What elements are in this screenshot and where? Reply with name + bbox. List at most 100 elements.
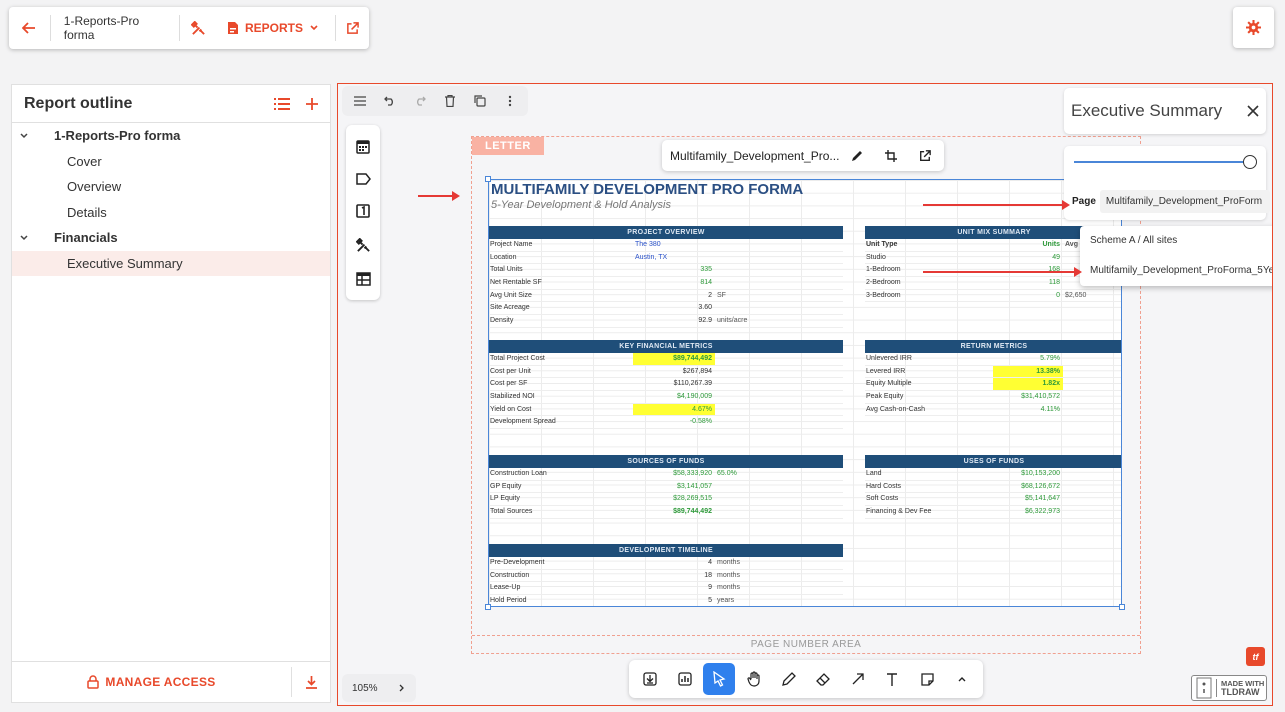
- sheet-title: MULTIFAMILY DEVELOPMENT PRO FORMA: [491, 181, 804, 198]
- more-button[interactable]: [496, 87, 524, 115]
- outline-title: Report outline: [24, 94, 133, 112]
- delete-button[interactable]: [436, 87, 464, 115]
- row-value: 9: [708, 584, 712, 592]
- open-external-button[interactable]: [336, 7, 369, 49]
- timeline-section: DEVELOPMENT TIMELINE Pre-Development 4 mon…: [489, 544, 843, 606]
- row-label: Total Sources: [490, 508, 533, 516]
- report-canvas[interactable]: LETTER MULTIFAMILY DEVELOPMENT PRO FORMA…: [337, 83, 1273, 706]
- chevron-down-icon[interactable]: [19, 131, 29, 141]
- row-label: Location: [490, 253, 517, 261]
- outline-group-financials[interactable]: Financials: [12, 225, 330, 251]
- row-value: 13.38%: [993, 365, 1063, 378]
- row-extra: years: [717, 597, 735, 605]
- outline-item-cover[interactable]: Cover: [12, 149, 330, 175]
- back-button[interactable]: [9, 7, 50, 49]
- row-label: 2-Bedroom: [866, 279, 901, 287]
- list-icon[interactable]: [274, 97, 290, 111]
- row-label: Equity Multiple: [866, 380, 912, 388]
- eraser-tool[interactable]: [807, 663, 839, 695]
- calendar-icon[interactable]: [356, 139, 370, 154]
- slider-knob[interactable]: [1243, 155, 1257, 169]
- outline-item-label: 1-Reports-Pro forma: [54, 128, 181, 144]
- download-button[interactable]: [292, 675, 330, 689]
- spreadsheet-image[interactable]: MULTIFAMILY DEVELOPMENT PRO FORMA 5-Year…: [488, 179, 1122, 607]
- plus-icon[interactable]: [306, 97, 318, 110]
- zoom-control[interactable]: 105%: [342, 674, 416, 702]
- shape-context-toolbar: Multifamily_Development_Pro...: [662, 140, 944, 171]
- duplicate-button[interactable]: [466, 87, 494, 115]
- draw-tool[interactable]: [773, 663, 805, 695]
- page-number-icon[interactable]: [356, 204, 370, 219]
- dropdown-option[interactable]: Scheme A / All sites: [1080, 226, 1272, 256]
- close-icon[interactable]: [1247, 105, 1259, 117]
- report-title: 1-Reports-Pro forma: [63, 14, 140, 42]
- manage-access-button[interactable]: MANAGE ACCESS: [12, 675, 291, 689]
- tools-button[interactable]: [180, 7, 217, 49]
- page-size-label: LETTER: [472, 137, 544, 155]
- trash-icon: [445, 95, 455, 107]
- outline-item-overview[interactable]: Overview: [12, 174, 330, 200]
- hand-tool[interactable]: [738, 663, 770, 695]
- key-financial-section: KEY FINANCIAL METRICS Total Project Cost…: [489, 340, 843, 430]
- sheet-row: Project Name The 380: [489, 239, 843, 252]
- resize-handle[interactable]: [1119, 604, 1125, 610]
- text-tool[interactable]: [876, 663, 908, 695]
- dropdown-option[interactable]: Multifamily_Development_ProForma_5Year: [1080, 256, 1272, 286]
- row-value: 335: [700, 266, 712, 274]
- outline-item-executive-summary[interactable]: Executive Summary: [12, 250, 330, 276]
- menu-button[interactable]: [346, 87, 374, 115]
- row-value: 4.67%: [633, 403, 715, 416]
- row-label: Total Units: [490, 266, 523, 274]
- row-label: Avg Cash-on-Cash: [866, 405, 926, 413]
- reports-dropdown[interactable]: REPORTS: [217, 21, 335, 35]
- table-icon[interactable]: [355, 272, 371, 286]
- row-value: 4: [708, 559, 712, 566]
- import-button[interactable]: [634, 663, 666, 695]
- section-header: PROJECT OVERVIEW: [489, 226, 843, 239]
- import-icon: [643, 672, 657, 686]
- row-label: Studio: [866, 253, 886, 261]
- resize-handle[interactable]: [485, 176, 491, 182]
- chart-button[interactable]: [669, 663, 701, 695]
- row-extra: months: [717, 559, 740, 566]
- sheet-row: Stabilized NOI $4,190,009: [489, 391, 843, 404]
- note-tool[interactable]: [911, 663, 943, 695]
- select-tool[interactable]: [703, 663, 736, 695]
- settings-button[interactable]: [1233, 7, 1274, 48]
- redo-button[interactable]: [406, 87, 434, 115]
- row-value: Austin, TX: [635, 253, 668, 261]
- edit-button[interactable]: [840, 142, 874, 170]
- page-select[interactable]: Multifamily_Development_ProForm: [1099, 190, 1270, 213]
- made-with-tldraw-badge[interactable]: MADE WITH TLDRAW: [1191, 675, 1267, 701]
- open-button[interactable]: [908, 142, 942, 170]
- more-tools-button[interactable]: [946, 663, 978, 695]
- outline-group-1-reports[interactable]: 1-Reports-Pro forma: [12, 123, 330, 149]
- row-value: 4.11%: [1040, 405, 1060, 413]
- row-value: $10,153,200: [1021, 470, 1060, 477]
- pencil-icon: [852, 150, 862, 161]
- opacity-slider[interactable]: [1074, 155, 1257, 169]
- side-panel-header: Executive Summary: [1064, 88, 1266, 134]
- tools-icon[interactable]: [355, 237, 371, 253]
- sheet-row: Total Units 335: [489, 264, 843, 278]
- outline-item-details[interactable]: Details: [12, 200, 330, 226]
- row-label: Hold Period: [490, 597, 527, 605]
- outline-footer: MANAGE ACCESS: [12, 661, 330, 702]
- label-icon[interactable]: [355, 173, 371, 185]
- crop-button[interactable]: [874, 142, 908, 170]
- sheet-row: Levered IRR 13.38%: [865, 365, 1121, 379]
- project-overview-section: PROJECT OVERVIEW Project Name The 380 Loca…: [489, 226, 843, 328]
- row-value: Units: [1042, 241, 1061, 248]
- duplicate-icon: [474, 95, 486, 107]
- section-header: SOURCES OF FUNDS: [489, 455, 843, 468]
- row-label: Hard Costs: [866, 482, 902, 490]
- report-page[interactable]: LETTER MULTIFAMILY DEVELOPMENT PRO FORMA…: [471, 136, 1141, 654]
- sheet-row: Net Rentable SF 814: [489, 277, 843, 290]
- chevron-down-icon[interactable]: [19, 233, 29, 243]
- sheet-row: Location Austin, TX: [489, 252, 843, 265]
- row-extra: months: [717, 571, 740, 579]
- arrow-tool[interactable]: [842, 663, 874, 695]
- row-extra: [1063, 378, 1121, 390]
- resize-handle[interactable]: [485, 604, 491, 610]
- undo-button[interactable]: [376, 87, 404, 115]
